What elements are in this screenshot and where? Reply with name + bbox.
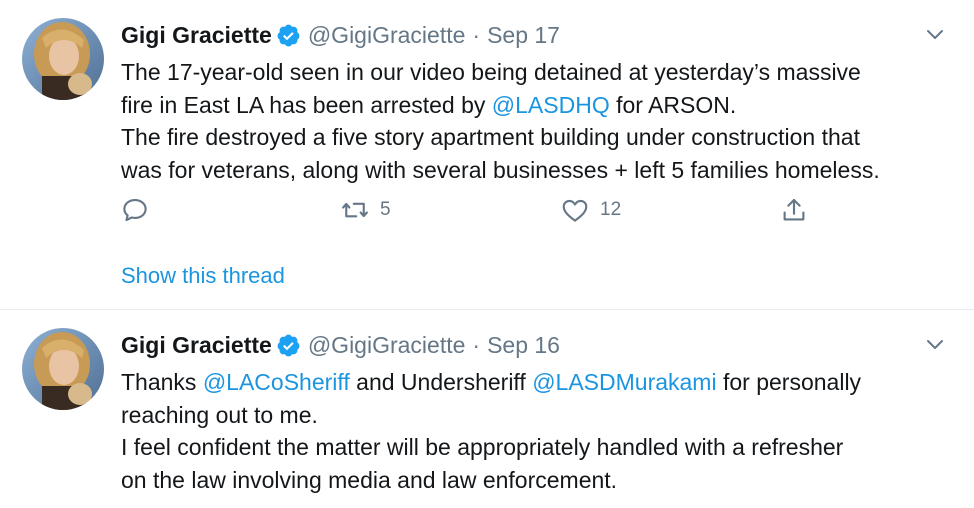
author-handle[interactable]: @GigiGraciette: [308, 330, 466, 360]
tweet-line: Thanks @LACoSheriff and Undersheriff @LA…: [121, 369, 862, 395]
retweet-count: 5: [380, 199, 391, 220]
tweet-date[interactable]: Sep 17: [487, 20, 560, 50]
chevron-down-icon[interactable]: [923, 22, 947, 46]
tweet-line: I feel confident the matter will be appr…: [121, 434, 844, 460]
tweet[interactable]: Gigi Graciette @GigiGraciette · Sep 17 T…: [0, 0, 974, 310]
show-thread-link[interactable]: Show this thread: [121, 262, 285, 290]
like-count: 12: [600, 199, 622, 220]
tweet-line: on the law involving media and law enfor…: [121, 466, 618, 493]
tweet-line: reaching out to me.: [121, 401, 318, 428]
tweet-text: The 17-year-old seen in our video being …: [121, 56, 961, 186]
tweet-header: Gigi Graciette @GigiGraciette · Sep 17: [121, 20, 560, 50]
share-button[interactable]: [779, 195, 809, 225]
tweet-actions: 5 12: [0, 195, 974, 225]
avatar[interactable]: [22, 328, 104, 410]
separator-dot: ·: [472, 22, 481, 48]
separator-dot: ·: [472, 332, 481, 358]
tweet-header: Gigi Graciette @GigiGraciette · Sep 16: [121, 330, 560, 360]
like-button[interactable]: 12: [560, 195, 621, 225]
tweet-line: The fire destroyed a five story apartmen…: [121, 124, 860, 150]
reply-icon: [120, 195, 150, 225]
retweet-button[interactable]: 5: [340, 195, 391, 225]
share-icon: [779, 195, 809, 225]
tweet-line: fire in East LA has been arrested by @LA…: [121, 91, 737, 118]
author-name[interactable]: Gigi Graciette: [121, 330, 272, 360]
reply-button[interactable]: [120, 195, 150, 225]
tweet-text: Thanks @LACoSheriff and Undersheriff @LA…: [121, 366, 961, 496]
tweet-date[interactable]: Sep 16: [487, 330, 560, 360]
tweet-line: was for veterans, along with several bus…: [121, 156, 880, 183]
author-handle[interactable]: @GigiGraciette: [308, 20, 466, 50]
tweet-line: The 17-year-old seen in our video being …: [121, 59, 861, 85]
retweet-icon: [340, 195, 370, 225]
author-name[interactable]: Gigi Graciette: [121, 20, 272, 50]
avatar[interactable]: [22, 18, 104, 100]
verified-badge-icon: [276, 23, 301, 48]
verified-badge-icon: [276, 333, 301, 358]
heart-icon: [560, 195, 590, 225]
mention-link[interactable]: @LASDMurakami: [532, 369, 716, 395]
mention-link[interactable]: @LACoSheriff: [203, 369, 350, 395]
tweet-feed: Gigi Graciette @GigiGraciette · Sep 17 T…: [0, 0, 974, 508]
tweet[interactable]: Gigi Graciette @GigiGraciette · Sep 16 T…: [0, 310, 974, 508]
mention-link[interactable]: @LASDHQ: [492, 92, 610, 118]
chevron-down-icon[interactable]: [923, 332, 947, 356]
